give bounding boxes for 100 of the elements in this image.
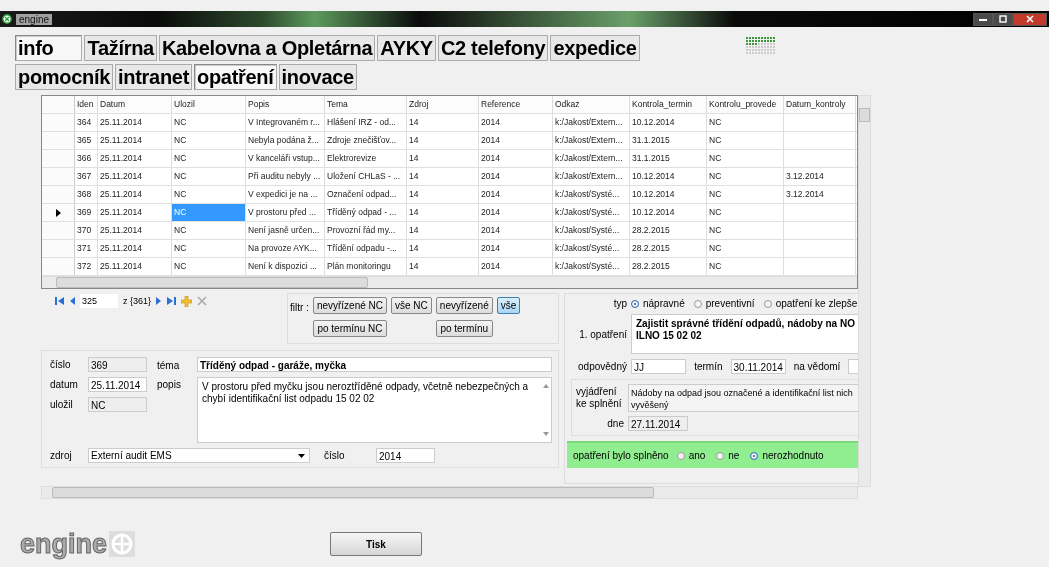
tab[interactable]: AYKY [377,35,436,61]
next-record-icon[interactable] [156,296,163,306]
filter-button[interactable]: vše [496,297,521,314]
column-header[interactable]: Kontrolu_provede [707,96,784,113]
table-cell: 28.2.2015 [630,258,707,275]
filter-button[interactable]: po termínu [435,320,493,337]
table-cell: k:/Jakost/Systé... [553,258,630,275]
field-label: dne [606,417,624,430]
table-cell: 365 [75,132,98,149]
column-header[interactable]: Odkaz [553,96,630,113]
gear-icon [109,531,135,557]
dropdown-caret-icon [298,453,305,458]
filter-button[interactable]: nevyřízené NC [312,297,388,314]
filter-button[interactable]: vše NC [391,297,432,314]
table-cell: Nebyla podána ž... [246,132,325,149]
column-header[interactable]: Reference [479,96,553,113]
print-button[interactable]: Tisk [330,532,422,556]
tab[interactable]: intranet [115,64,192,90]
column-header[interactable]: Zdroj [407,96,479,113]
date-field[interactable]: 25.11.2014 [88,377,147,392]
table-cell: NC [172,132,246,149]
field-label: číslo [323,450,346,461]
table-cell: 368 [75,186,98,203]
last-record-icon[interactable] [167,296,177,306]
source-dropdown[interactable]: Externí audit EMS [88,448,310,463]
column-header[interactable]: Datum_kontroly [784,96,856,113]
table-cell: Zdroje znečišťov... [325,132,407,149]
statement-field[interactable]: Nádoby na odpad jsou označené a identifikační list nich vyvěšený [628,384,858,412]
filter-button[interactable]: po termínu NC [312,320,388,337]
number-field[interactable]: 2014 [376,448,435,463]
type-radio[interactable]: opatření ke zlepše [763,298,858,309]
table-cell: 3.12.2014 [784,168,856,185]
table-cell: Provozní řád my... [325,222,407,239]
table-cell: 14 [407,168,479,185]
tab[interactable]: Tažírna [84,35,157,61]
column-header[interactable]: Popis [246,96,325,113]
table-cell: 14 [407,204,479,221]
date-field[interactable]: 27.11.2014 [628,416,688,431]
delete-icon[interactable] [197,296,208,306]
table-cell: 372 [75,258,98,275]
field-label: odpovědný [577,361,627,372]
position-field[interactable]: 325 [80,294,118,308]
field-label: vyjádření ke splnění [576,386,623,410]
tab[interactable]: Kabelovna a Opletárna [158,35,376,61]
table-cell: 2014 [479,114,553,131]
first-record-icon[interactable] [55,296,64,306]
table-cell: 25.11.2014 [98,240,172,257]
table-cell: Není k dispozici ... [246,258,325,275]
record-count: z {361} [123,296,152,306]
table-cell: Tříděný odpad - ... [325,204,407,221]
type-radio[interactable]: preventivní [693,298,755,309]
table-cell: NC [707,204,784,221]
tab[interactable]: info [15,35,83,61]
table-cell: NC [172,222,246,239]
field-label: téma [156,359,181,371]
status-radio[interactable]: ne [716,450,740,461]
corner-header[interactable] [42,96,75,113]
number-field[interactable]: 369 [88,357,147,372]
scroll-down-icon[interactable] [543,432,549,436]
table-cell: 371 [75,240,98,257]
table-cell: 25.11.2014 [98,168,172,185]
tab[interactable]: expedice [550,35,640,61]
table-cell: V kanceláři vstup... [246,150,325,167]
tab[interactable]: C2 telefony [437,35,549,61]
previous-record-icon[interactable] [69,296,75,306]
scroll-up-icon[interactable] [543,384,549,388]
row-header[interactable] [42,204,75,221]
column-header[interactable]: Datum [98,96,172,113]
horizontal-scrollbar[interactable] [41,486,858,499]
window-title: engine [16,13,53,25]
minimize-button[interactable] [973,12,993,26]
status-radio[interactable]: ano [676,450,706,461]
tab[interactable]: opatření [194,64,277,90]
type-radio[interactable]: nápravné [631,298,685,309]
add-icon[interactable] [181,295,193,307]
table-cell: k:/Jakost/Systé... [553,186,630,203]
filter-button[interactable]: nevyřízené [435,297,493,314]
table-cell: 14 [407,222,479,239]
responsible-field[interactable]: JJ [631,359,687,374]
deadline-field[interactable]: 30.11.2014 [730,359,786,374]
topic-field[interactable]: Tříděný odpad - garáže, myčka [197,357,552,372]
table-cell: NC [172,186,246,203]
column-header[interactable]: Tema [325,96,407,113]
table-cell: 3.12.2014 [784,186,856,203]
table-cell: 14 [407,150,479,167]
close-button[interactable] [1013,12,1047,26]
table-cell: V Integrovaném r... [246,114,325,131]
column-header[interactable]: Iden [75,96,98,113]
measure-field[interactable]: Zajistit správné třídění odpadů, nádoby na NO ILNO 15 02 02 [631,314,858,354]
tab[interactable]: inovace [278,64,357,90]
vertical-scrollbar[interactable] [858,95,871,487]
column-header[interactable]: Kontrola_termin [630,96,707,113]
restore-button[interactable] [993,12,1013,26]
filter-label: filtr : [290,301,309,315]
tab[interactable]: pomocník [15,64,114,90]
author-field[interactable]: NC [88,397,147,412]
description-field[interactable]: V prostoru před myčku jsou neroztříděné odpady, včetně nebezpečných a chybí identifikační list odpadu 15 02 02 [197,377,552,443]
column-header[interactable]: Ulozil [172,96,246,113]
horizontal-scrollbar[interactable] [42,276,857,288]
status-radio[interactable]: nerozhodnuto [750,450,824,461]
